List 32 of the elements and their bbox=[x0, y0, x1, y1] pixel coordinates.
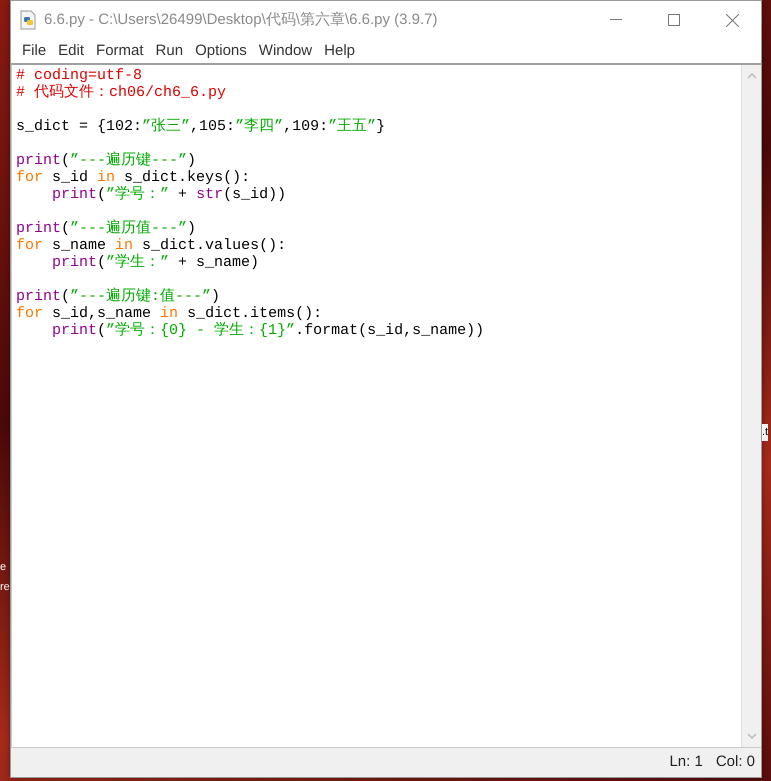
menu-item[interactable]: Help bbox=[318, 40, 361, 62]
scroll-up-icon[interactable] bbox=[746, 73, 756, 79]
code-line: # 代码文件：ch06/ch6_6.py bbox=[16, 84, 226, 101]
desktop-icon-label: e bbox=[0, 560, 6, 575]
code-line: print(”学号：{0} - 学生：{1}”.format(s_id,s_name)) bbox=[52, 322, 484, 339]
code-line: print(”学生：” + s_name) bbox=[52, 254, 260, 271]
menu-item[interactable]: Options bbox=[189, 40, 253, 62]
menu-item[interactable]: Format bbox=[90, 40, 150, 62]
scroll-down-icon[interactable] bbox=[746, 733, 756, 739]
python-file-icon bbox=[19, 10, 37, 30]
maximize-icon bbox=[668, 14, 680, 26]
menu-item[interactable]: Edit bbox=[52, 40, 90, 62]
window-title: 6.6.py - C:\Users\26499\Desktop\代码\第六章\6.6.py (3.9.7) bbox=[44, 10, 438, 30]
code-line: for s_id,s_name in s_dict.items(): bbox=[16, 305, 322, 322]
minimize-icon bbox=[610, 19, 622, 21]
close-icon bbox=[726, 14, 738, 26]
vertical-scrollbar[interactable] bbox=[741, 65, 761, 747]
column-status: Col: 0 bbox=[716, 752, 755, 772]
line-number-status: Ln: 1 bbox=[669, 752, 703, 772]
code-line: print(”---遍历值---”) bbox=[16, 220, 196, 237]
background-window-text: .t bbox=[762, 424, 768, 440]
menu-item[interactable]: Window bbox=[252, 40, 318, 62]
code-line: s_dict = {102:”张三”,105:”李四”,109:”王五”} bbox=[16, 118, 386, 135]
menu-item[interactable]: File bbox=[16, 40, 52, 62]
code-line: # coding=utf-8 bbox=[16, 67, 142, 84]
code-line: print(”学号：” + str(s_id)) bbox=[52, 186, 286, 203]
code-line: for s_name in s_dict.values(): bbox=[16, 237, 286, 254]
desktop-icon-label: re bbox=[0, 580, 10, 595]
code-line: print(”---遍历键:值---”) bbox=[16, 288, 220, 305]
code-line: for s_id in s_dict.keys(): bbox=[16, 169, 250, 186]
code-line: print(”---遍历键---”) bbox=[16, 152, 196, 169]
menu-item[interactable]: Run bbox=[150, 40, 190, 62]
